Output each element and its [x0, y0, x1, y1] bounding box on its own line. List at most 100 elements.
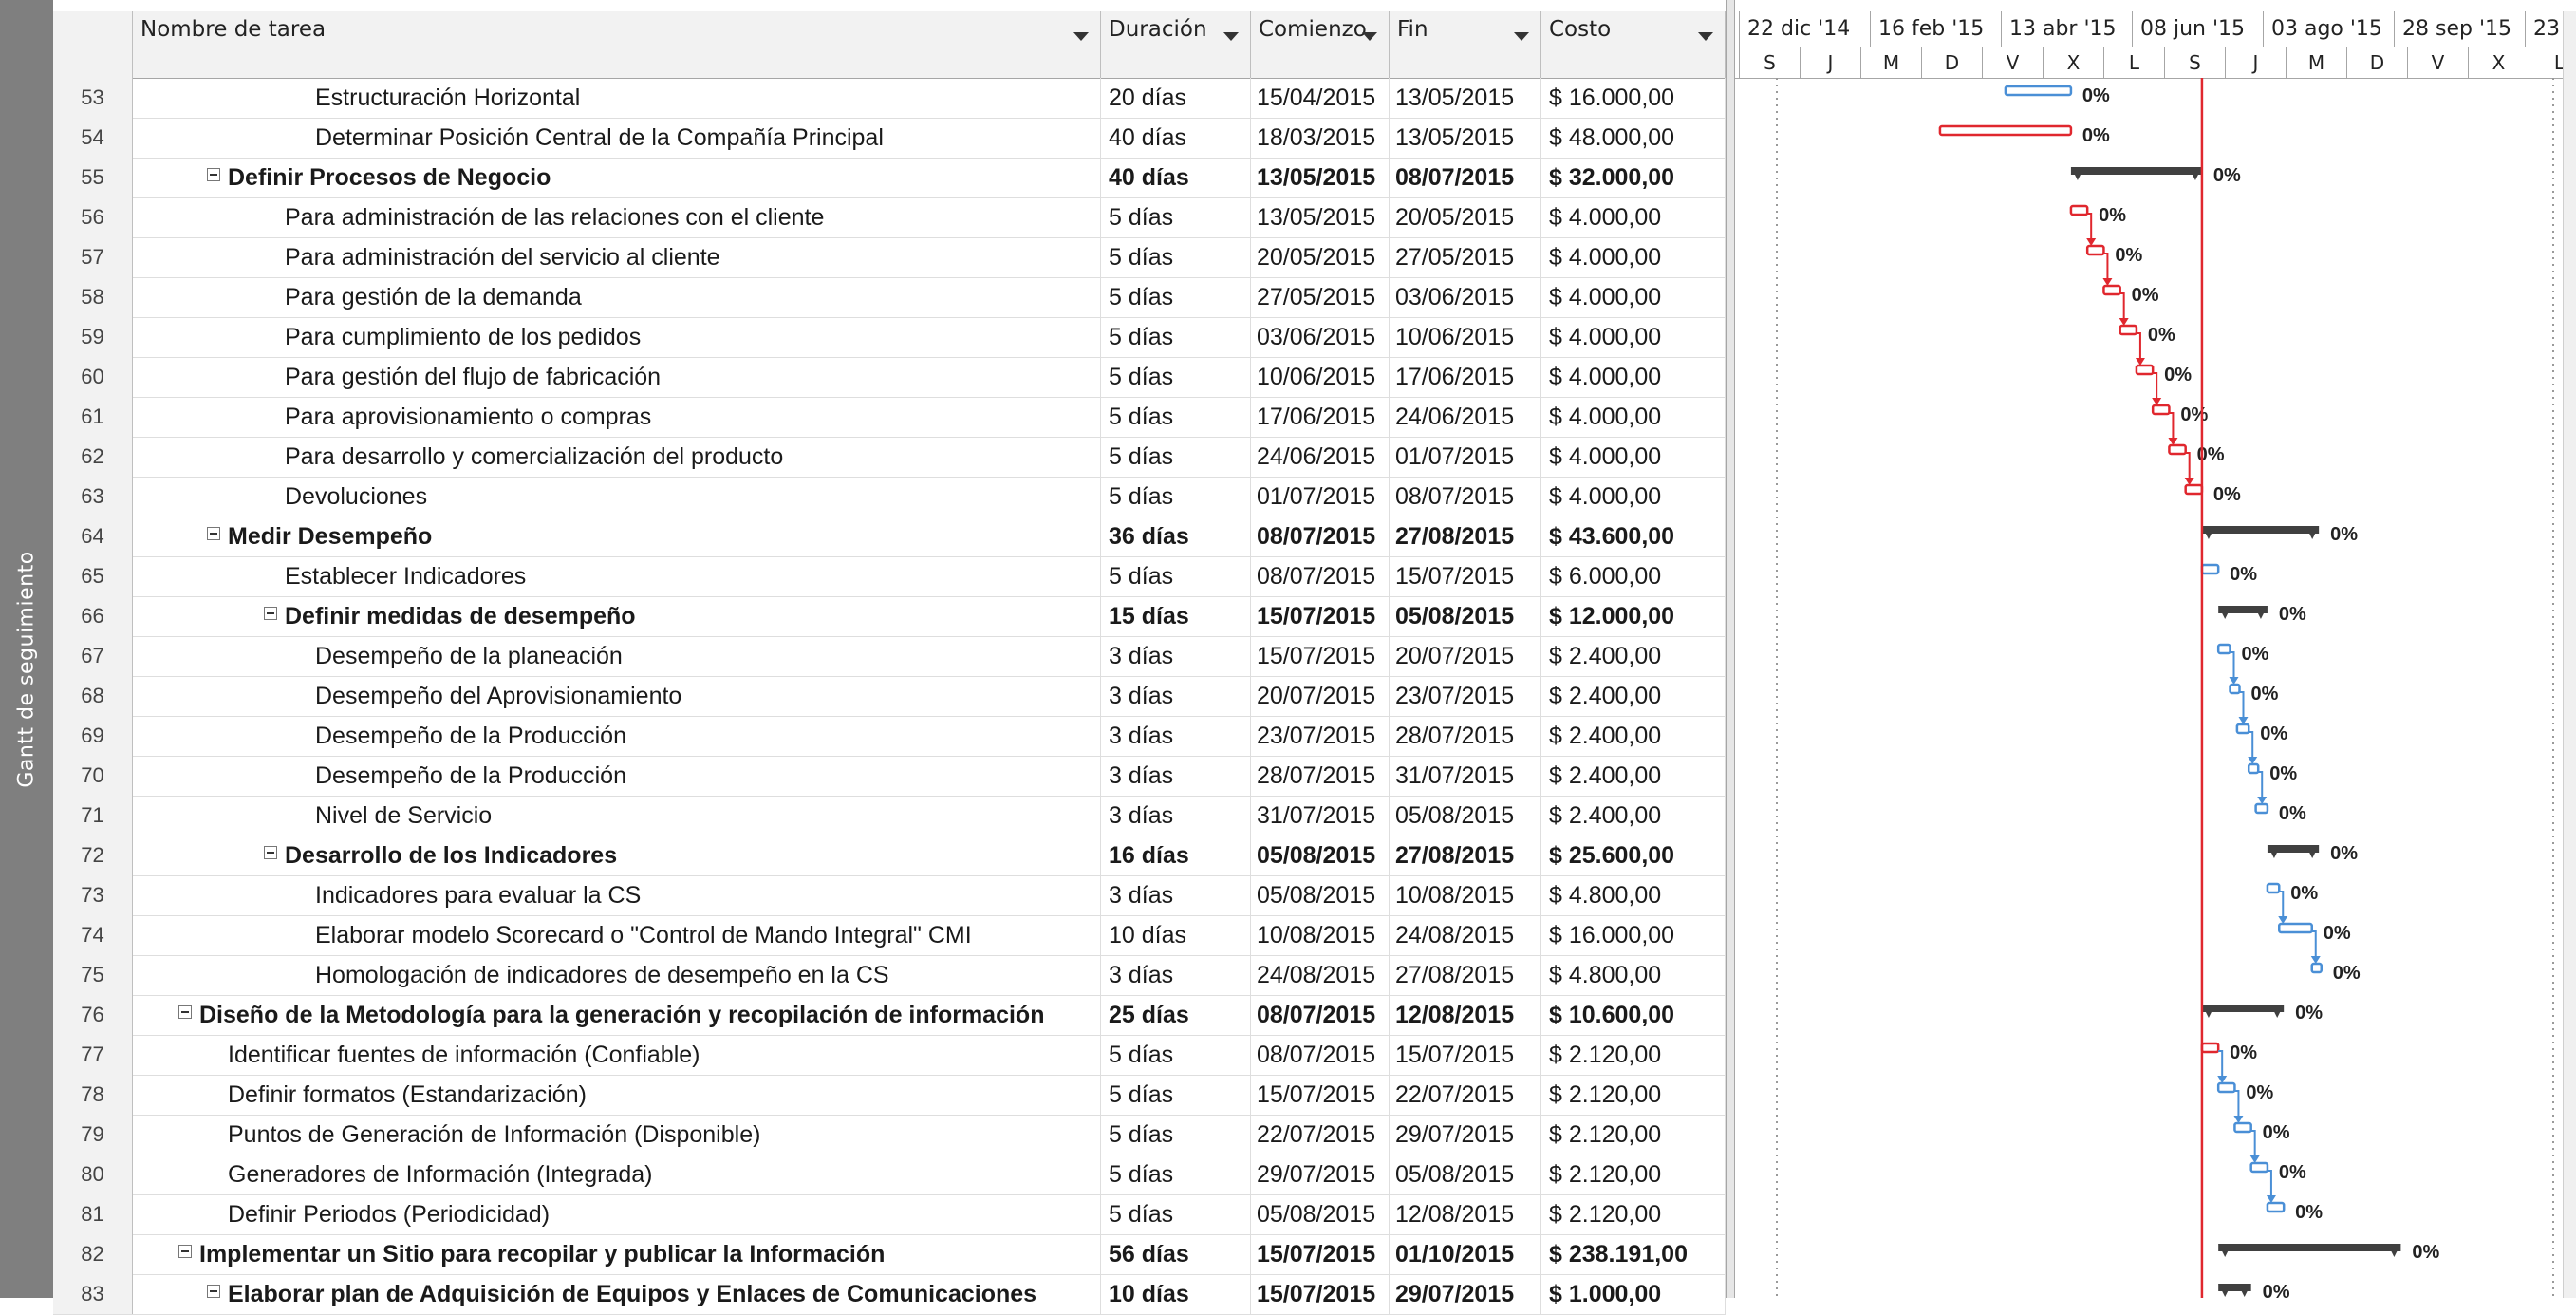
task-row[interactable]: 68 Desempeño del Aprovisionamiento 3 días 2…: [53, 676, 1726, 717]
duration-cell[interactable]: 36 días: [1101, 517, 1251, 556]
row-id[interactable]: 75: [53, 955, 133, 995]
duration-cell[interactable]: 5 días: [1101, 1075, 1251, 1115]
duration-cell[interactable]: 5 días: [1101, 556, 1251, 596]
duration-cell[interactable]: 40 días: [1101, 118, 1251, 158]
start-cell[interactable]: 31/07/2015: [1251, 796, 1390, 836]
finish-cell[interactable]: 20/05/2015: [1390, 197, 1541, 237]
duration-cell[interactable]: 5 días: [1101, 277, 1251, 317]
task-bar[interactable]: [2216, 643, 2231, 655]
task-row[interactable]: 56 Para administración de las relaciones …: [53, 197, 1726, 238]
duration-cell[interactable]: 3 días: [1101, 756, 1251, 796]
duration-cell[interactable]: 5 días: [1101, 197, 1251, 237]
finish-cell[interactable]: 03/06/2015: [1390, 277, 1541, 317]
row-id[interactable]: 64: [53, 517, 133, 556]
row-id[interactable]: 82: [53, 1234, 133, 1274]
cost-cell[interactable]: $ 4.000,00: [1541, 437, 1726, 477]
duration-cell[interactable]: 15 días: [1101, 596, 1251, 636]
task-row[interactable]: 70 Desempeño de la Producción 3 días 28/07/…: [53, 756, 1726, 797]
task-name-cell[interactable]: Implementar un Sitio para recopilar y pu…: [133, 1234, 1101, 1274]
row-id[interactable]: 62: [53, 437, 133, 477]
row-id[interactable]: 78: [53, 1075, 133, 1115]
task-bar[interactable]: [2216, 1081, 2236, 1094]
task-bar[interactable]: [2069, 204, 2089, 216]
task-name-cell[interactable]: Desempeño de la planeación: [133, 636, 1101, 676]
task-name-cell[interactable]: Indicadores para evaluar la CS: [133, 875, 1101, 915]
task-row[interactable]: 79 Puntos de Generación de Información (D…: [53, 1115, 1726, 1155]
task-name-cell[interactable]: Definir formatos (Estandarización): [133, 1075, 1101, 1115]
row-id[interactable]: 72: [53, 836, 133, 875]
duration-cell[interactable]: 3 días: [1101, 676, 1251, 716]
task-bar[interactable]: [2254, 802, 2269, 815]
row-id[interactable]: 71: [53, 796, 133, 836]
duration-cell[interactable]: 5 días: [1101, 237, 1251, 277]
start-cell[interactable]: 20/07/2015: [1251, 676, 1390, 716]
task-bar[interactable]: [2310, 962, 2323, 974]
task-name-cell[interactable]: Desarrollo de los Indicadores: [133, 836, 1101, 875]
row-id[interactable]: 57: [53, 237, 133, 277]
row-id[interactable]: 61: [53, 397, 133, 437]
row-id[interactable]: 74: [53, 915, 133, 955]
duration-cell[interactable]: 20 días: [1101, 78, 1251, 118]
finish-cell[interactable]: 12/08/2015: [1390, 995, 1541, 1035]
task-bar[interactable]: [2247, 762, 2260, 775]
split-bar[interactable]: [1726, 0, 1735, 1298]
task-bar[interactable]: [2184, 483, 2204, 496]
row-id[interactable]: 59: [53, 317, 133, 357]
start-cell[interactable]: 13/05/2015: [1251, 197, 1390, 237]
cost-cell[interactable]: $ 4.000,00: [1541, 397, 1726, 437]
finish-cell[interactable]: 24/08/2015: [1390, 915, 1541, 955]
task-bar[interactable]: [2200, 563, 2220, 575]
finish-cell[interactable]: 17/06/2015: [1390, 357, 1541, 397]
finish-cell[interactable]: 29/07/2015: [1390, 1115, 1541, 1155]
duration-cell[interactable]: 3 días: [1101, 955, 1251, 995]
finish-cell[interactable]: 27/08/2015: [1390, 955, 1541, 995]
row-id[interactable]: 77: [53, 1035, 133, 1075]
task-bar[interactable]: [2249, 1161, 2269, 1174]
task-bar[interactable]: [2119, 324, 2138, 336]
start-cell[interactable]: 29/07/2015: [1251, 1155, 1390, 1194]
cost-cell[interactable]: $ 2.120,00: [1541, 1155, 1726, 1194]
task-row[interactable]: 69 Desempeño de la Producción 3 días 23/07/…: [53, 716, 1726, 757]
task-bar[interactable]: [2135, 364, 2155, 376]
task-row[interactable]: 63 Devoluciones 5 días 01/07/2015 08/07/2015…: [53, 477, 1726, 517]
view-bar[interactable]: Gantt de seguimiento: [0, 0, 53, 1298]
task-row[interactable]: 57 Para administración del servicio al cl…: [53, 237, 1726, 278]
task-row[interactable]: 54 Determinar Posición Central de la Comp…: [53, 118, 1726, 159]
task-name-cell[interactable]: Elaborar plan de Adquisición de Equipos …: [133, 1274, 1101, 1314]
duration-cell[interactable]: 5 días: [1101, 317, 1251, 357]
task-name-cell[interactable]: Para administración de las relaciones co…: [133, 197, 1101, 237]
task-name-cell[interactable]: Para gestión de la demanda: [133, 277, 1101, 317]
task-row[interactable]: 62 Para desarrollo y comercialización del…: [53, 437, 1726, 478]
collapse-icon[interactable]: [264, 846, 277, 860]
finish-cell[interactable]: 27/08/2015: [1390, 517, 1541, 556]
task-row[interactable]: 74 Elaborar modelo Scorecard o "Control d…: [53, 915, 1726, 956]
select-all-corner[interactable]: [53, 11, 133, 78]
row-id[interactable]: 68: [53, 676, 133, 716]
row-id[interactable]: 80: [53, 1155, 133, 1194]
duration-cell[interactable]: 40 días: [1101, 158, 1251, 197]
start-cell[interactable]: 24/06/2015: [1251, 437, 1390, 477]
task-row[interactable]: 59 Para cumplimiento de los pedidos 5 días…: [53, 317, 1726, 358]
start-cell[interactable]: 17/06/2015: [1251, 397, 1390, 437]
start-cell[interactable]: 15/07/2015: [1251, 1274, 1390, 1314]
cost-cell[interactable]: $ 6.000,00: [1541, 556, 1726, 596]
task-row[interactable]: 72 Desarrollo de los Indicadores 16 días 05…: [53, 836, 1726, 876]
task-name-cell[interactable]: Para gestión del flujo de fabricación: [133, 357, 1101, 397]
duration-cell[interactable]: 5 días: [1101, 357, 1251, 397]
filter-dropdown-icon[interactable]: [1362, 32, 1377, 41]
cost-cell[interactable]: $ 32.000,00: [1541, 158, 1726, 197]
task-name-cell[interactable]: Homologación de indicadores de desempeño…: [133, 955, 1101, 995]
task-name-cell[interactable]: Puntos de Generación de Información (Dis…: [133, 1115, 1101, 1155]
row-id[interactable]: 69: [53, 716, 133, 756]
start-cell[interactable]: 22/07/2015: [1251, 1115, 1390, 1155]
cost-cell[interactable]: $ 4.000,00: [1541, 317, 1726, 357]
task-name-cell[interactable]: Identificar fuentes de información (Conf…: [133, 1035, 1101, 1075]
task-name-cell[interactable]: Para aprovisionamiento o compras: [133, 397, 1101, 437]
task-row[interactable]: 76 Diseño de la Metodología para la gener…: [53, 995, 1726, 1036]
task-bar[interactable]: [2004, 85, 2073, 97]
duration-cell[interactable]: 3 días: [1101, 796, 1251, 836]
collapse-icon[interactable]: [207, 1285, 220, 1299]
collapse-icon[interactable]: [207, 168, 220, 182]
finish-cell[interactable]: 05/08/2015: [1390, 796, 1541, 836]
task-row[interactable]: 61 Para aprovisionamiento o compras 5 días…: [53, 397, 1726, 438]
